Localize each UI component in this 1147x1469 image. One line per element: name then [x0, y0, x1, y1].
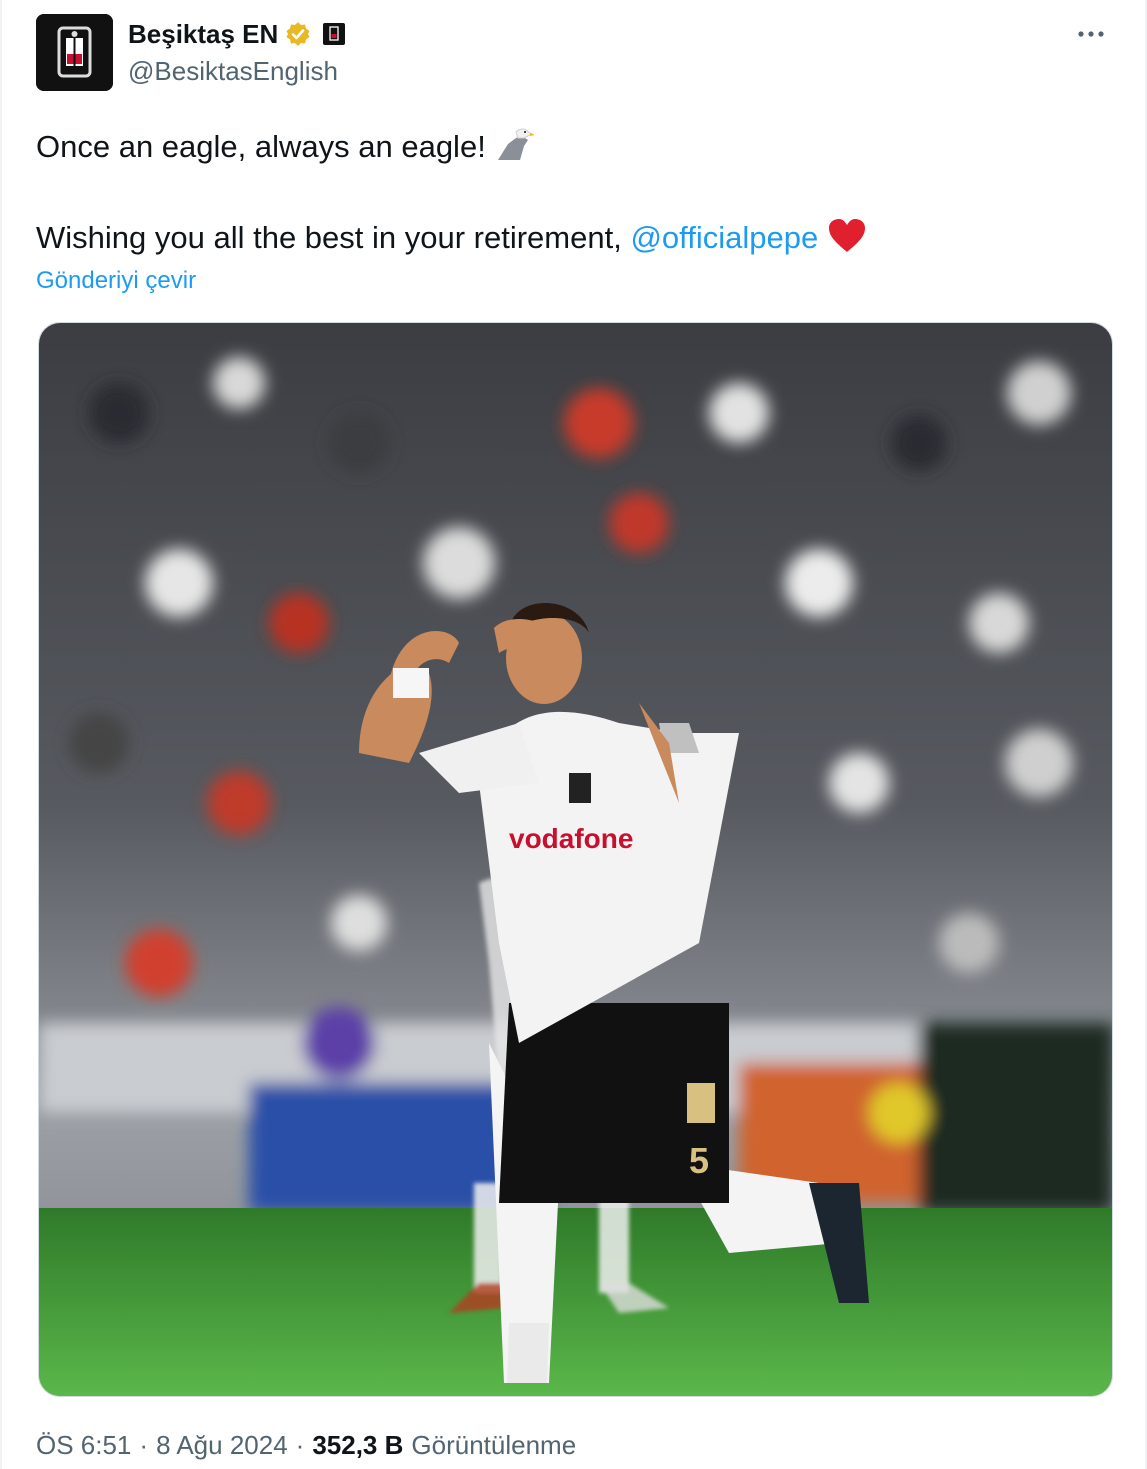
- tweet-card: Beşiktaş EN @BesiktasEnglish Once an eag…: [0, 0, 1147, 1469]
- tweet-text-line-2: Wishing you all the best in your retirem…: [36, 218, 867, 262]
- verified-badge-icon[interactable]: [284, 20, 312, 48]
- author-handle[interactable]: @BesiktasEnglish: [128, 56, 338, 87]
- meta-separator-1: ·: [139, 1430, 149, 1460]
- red-heart-emoji-icon: [827, 218, 867, 262]
- author-name-row: Beşiktaş EN: [128, 14, 346, 54]
- views-label: Görüntülenme: [411, 1430, 577, 1460]
- tweet-text-1: Once an eagle, always an eagle!: [36, 129, 486, 165]
- author-display-name[interactable]: Beşiktaş EN: [128, 19, 278, 50]
- tweet-meta: ÖS 6:51 · 8 Ağu 2024 · 352,3 B Görüntüle…: [36, 1430, 576, 1461]
- tweet-text-line-1: Once an eagle, always an eagle!: [36, 126, 536, 172]
- eagle-emoji-icon: [494, 126, 536, 172]
- affiliate-badge-icon[interactable]: [322, 22, 346, 46]
- profile-avatar[interactable]: [36, 14, 113, 91]
- tweet-time[interactable]: ÖS 6:51: [36, 1430, 131, 1461]
- views-count: 352,3 B: [312, 1430, 404, 1460]
- tweet-date[interactable]: 8 Ağu 2024: [156, 1430, 288, 1461]
- mention-link[interactable]: @officialpepe: [630, 220, 818, 255]
- tweet-media-photo[interactable]: vodafone 5: [38, 322, 1113, 1397]
- svg-text:5: 5: [689, 1140, 709, 1181]
- tweet-text-2: Wishing you all the best in your retirem…: [36, 220, 622, 256]
- svg-text:vodafone: vodafone: [509, 823, 633, 854]
- meta-separator-2: ·: [295, 1430, 305, 1460]
- more-options-icon[interactable]: [1073, 22, 1109, 46]
- translate-post-link[interactable]: Gönderiyi çevir: [36, 267, 196, 295]
